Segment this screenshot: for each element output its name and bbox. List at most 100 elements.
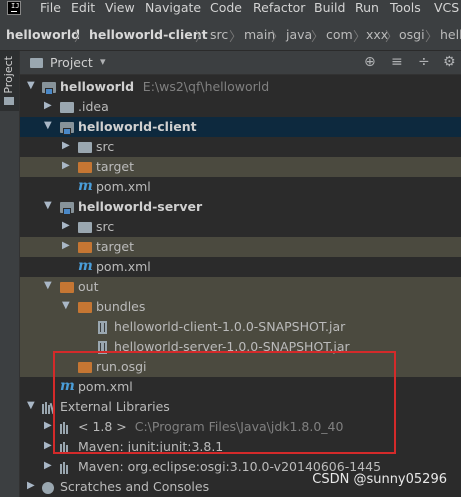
folder-icon xyxy=(60,102,74,113)
crumb-helloworld-client[interactable]: helloworld-client xyxy=(89,27,208,42)
crumb-src[interactable]: src xyxy=(210,27,228,42)
tree-row-client-target[interactable]: ▶ target xyxy=(20,157,461,177)
left-tool-strip: Project xyxy=(0,51,20,497)
crumb-com[interactable]: com xyxy=(326,27,353,42)
tree-label: helloworld-server-1.0.0-SNAPSHOT.jar xyxy=(114,339,350,354)
menu-file[interactable]: File xyxy=(40,0,61,16)
crumb-java[interactable]: java xyxy=(286,27,312,42)
folder-icon xyxy=(78,222,92,233)
tree-label: helloworld-client xyxy=(78,119,197,134)
chevron-right-icon[interactable]: ▶ xyxy=(44,100,52,111)
tree-label: out xyxy=(78,279,99,294)
tree-label: helloworld-client-1.0.0-SNAPSHOT.jar xyxy=(114,319,346,334)
project-tool-header: Project ▾ ⊕ ≡ ÷ ⚙ xyxy=(20,51,461,75)
tree-label: pom.xml xyxy=(96,259,151,274)
expand-all-icon[interactable]: ÷ xyxy=(418,54,430,70)
menu-refactor[interactable]: Refactor xyxy=(253,0,305,16)
chevron-right-icon[interactable]: ▶ xyxy=(27,480,35,491)
tree-row-server-target[interactable]: ▶ target xyxy=(20,237,461,257)
tree-label: target xyxy=(96,159,135,174)
tree-label: Maven: junit:junit:3.8.1 xyxy=(78,439,224,454)
chevron-right-icon[interactable]: ▶ xyxy=(62,240,70,251)
intellij-logo-icon: IJ xyxy=(7,1,21,15)
chevron-down-icon[interactable]: ▼ xyxy=(44,200,52,211)
tree-row-external-libraries[interactable]: ▼ External Libraries xyxy=(20,397,461,417)
menu-run[interactable]: Run xyxy=(355,0,379,16)
tree-label: pom.xml xyxy=(78,379,133,394)
tree-row-jdk[interactable]: ▶ < 1.8 > C:\Program Files\Java\jdk1.8.0… xyxy=(20,417,461,437)
maven-library-icon xyxy=(60,442,73,454)
tree-row-client-jar[interactable]: helloworld-client-1.0.0-SNAPSHOT.jar xyxy=(20,317,461,337)
tree-row-root-pom[interactable]: m pom.xml xyxy=(20,377,461,397)
chevron-right-icon[interactable]: ▶ xyxy=(44,460,52,471)
tree-label: .idea xyxy=(78,99,109,114)
breadcrumb-separator: 〉 xyxy=(425,30,439,45)
tree-label: Scratches and Consoles xyxy=(60,479,210,494)
menu-bar: IJ File Edit View Navigate Code Refactor… xyxy=(0,0,461,17)
excluded-folder-icon xyxy=(78,162,92,173)
breadcrumb-separator: 〉 xyxy=(195,30,209,45)
menu-navigate[interactable]: Navigate xyxy=(145,0,201,16)
tree-row-helloworld-client[interactable]: ▼ helloworld-client xyxy=(20,117,461,137)
chevron-down-icon[interactable]: ▼ xyxy=(27,400,35,411)
excluded-folder-icon xyxy=(78,302,92,313)
chevron-right-icon[interactable]: ▶ xyxy=(62,160,70,171)
chevron-down-icon[interactable]: ▼ xyxy=(27,80,35,91)
tree-row-out[interactable]: ▼ out xyxy=(20,277,461,297)
menu-build[interactable]: Build xyxy=(314,0,345,16)
collapse-all-icon[interactable]: ≡ xyxy=(391,54,403,70)
library-icon xyxy=(42,402,55,415)
chevron-down-icon[interactable]: ▼ xyxy=(44,120,52,131)
watermark: CSDN @sunny05296 xyxy=(312,472,447,487)
maven-library-icon xyxy=(60,462,73,474)
breadcrumb-separator: 〉 xyxy=(353,30,367,45)
locate-target-icon[interactable]: ⊕ xyxy=(364,54,376,70)
tree-label: target xyxy=(96,239,135,254)
tree-label: pom.xml xyxy=(96,179,151,194)
tree-row-run-osgi[interactable]: run.osgi xyxy=(20,357,461,377)
tree-row-client-src[interactable]: ▶ src xyxy=(20,137,461,157)
tree-row-idea[interactable]: ▶ .idea xyxy=(20,97,461,117)
settings-gear-icon[interactable]: ⚙ xyxy=(443,54,456,70)
breadcrumb: helloworld 〉 helloworld-client 〉 src 〉 m… xyxy=(0,17,461,51)
breadcrumb-separator: 〉 xyxy=(271,30,285,45)
menu-vcs[interactable]: VCS xyxy=(434,0,459,16)
tree-label: run.osgi xyxy=(96,359,147,374)
tree-row-bundles[interactable]: ▼ bundles xyxy=(20,297,461,317)
excluded-folder-icon xyxy=(60,282,74,293)
crumb-hell[interactable]: hell xyxy=(440,27,461,42)
tree-label: helloworld-server xyxy=(78,199,203,214)
chevron-right-icon[interactable]: ▶ xyxy=(62,140,70,151)
tree-row-maven-junit[interactable]: ▶ Maven: junit:junit:3.8.1 xyxy=(20,437,461,457)
chevron-right-icon[interactable]: ▶ xyxy=(62,220,70,231)
tree-row-server-src[interactable]: ▶ src xyxy=(20,217,461,237)
menu-code[interactable]: Code xyxy=(210,0,242,16)
menu-view[interactable]: View xyxy=(105,0,135,16)
tree-label: helloworld E:\ws2\qf\helloworld xyxy=(60,79,270,94)
view-dropdown-chevron-icon[interactable]: ▾ xyxy=(100,55,106,68)
project-view-icon xyxy=(30,58,43,68)
project-side-tab[interactable]: Project xyxy=(0,51,19,111)
crumb-helloworld[interactable]: helloworld xyxy=(6,27,80,42)
crumb-osgi[interactable]: osgi xyxy=(399,27,425,42)
chevron-down-icon[interactable]: ▼ xyxy=(62,300,70,311)
chevron-right-icon[interactable]: ▶ xyxy=(44,420,52,431)
tree-row-server-pom[interactable]: m pom.xml xyxy=(20,257,461,277)
tree-label: External Libraries xyxy=(60,399,170,414)
project-side-tab-label: Project xyxy=(2,56,15,94)
jdk-library-icon xyxy=(60,422,73,434)
tree-row-server-jar[interactable]: helloworld-server-1.0.0-SNAPSHOT.jar xyxy=(20,337,461,357)
tree-row-client-pom[interactable]: m pom.xml xyxy=(20,177,461,197)
folder-icon xyxy=(4,97,14,105)
tree-label: < 1.8 > C:\Program Files\Java\jdk1.8.0_4… xyxy=(78,419,344,434)
excluded-folder-icon xyxy=(78,242,92,253)
menu-edit[interactable]: Edit xyxy=(71,0,95,16)
tree-row-helloworld-server[interactable]: ▼ helloworld-server xyxy=(20,197,461,217)
maven-icon: m xyxy=(78,178,93,194)
project-view-title[interactable]: Project xyxy=(50,55,93,70)
chevron-down-icon[interactable]: ▼ xyxy=(44,280,52,291)
chevron-right-icon[interactable]: ▶ xyxy=(44,440,52,451)
tree-row-helloworld[interactable]: ▼ helloworld E:\ws2\qf\helloworld xyxy=(20,77,461,97)
maven-icon: m xyxy=(78,258,93,274)
menu-tools[interactable]: Tools xyxy=(390,0,421,16)
